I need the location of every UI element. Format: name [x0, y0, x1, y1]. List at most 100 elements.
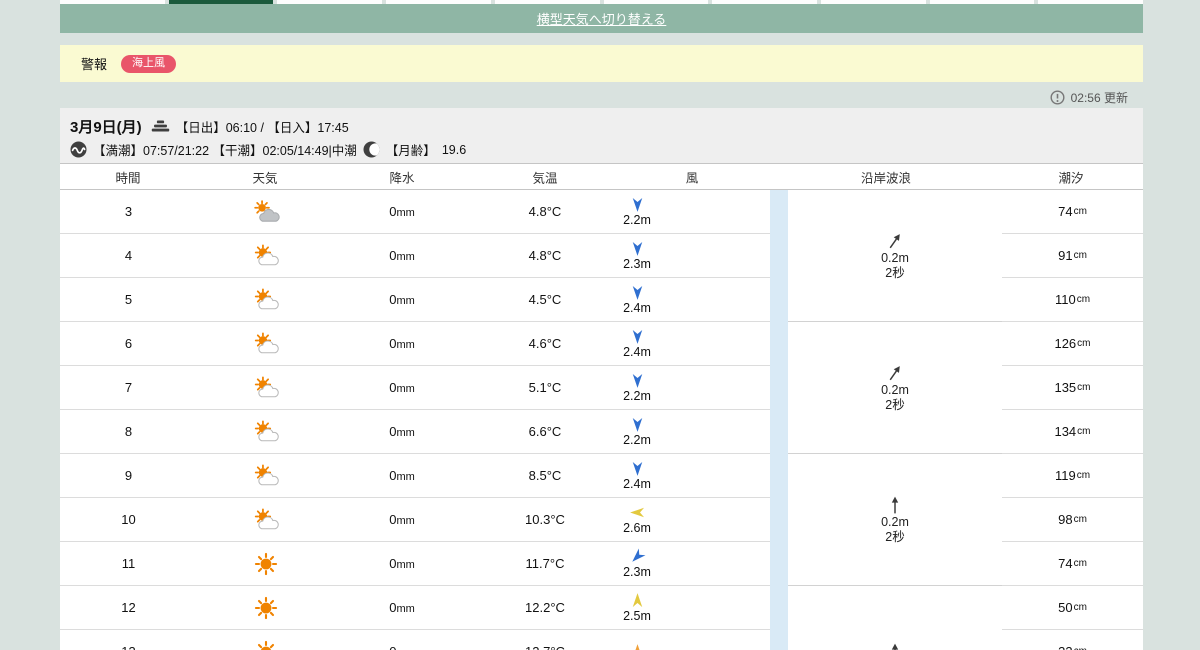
- table-row: 3 0mm 4.8°C 2.2m: [60, 190, 770, 234]
- temp-cell: 8.5°C: [528, 468, 562, 483]
- temp-cell: 12.2°C: [525, 600, 565, 615]
- weather-cell: [197, 506, 334, 534]
- tide-unit: cm: [1073, 250, 1087, 261]
- wind-speed: 2.4m: [623, 477, 651, 492]
- wind-wrap: 2.3m: [620, 547, 654, 579]
- weather-icon: [252, 198, 280, 226]
- moon-phase-icon: [363, 141, 380, 158]
- precip-unit: mm: [396, 295, 415, 307]
- wind-direction-arrow: [630, 642, 645, 650]
- date-header-line2: 【満潮】07:57/21:22 【干潮】02:05/14:49|中潮 【月齢】 …: [70, 140, 1143, 159]
- precip-cell: 0mm: [334, 380, 470, 395]
- wind-direction-arrow: [630, 371, 645, 390]
- wind-cell: 2.6m: [620, 503, 770, 535]
- wind-cell: 2.2m: [620, 195, 770, 227]
- tide-value: 50: [1058, 600, 1073, 615]
- wind-wrap: 2.4m: [620, 327, 654, 359]
- tide-unit: cm: [1076, 470, 1091, 481]
- tide-cell: 110 cm: [1002, 278, 1143, 322]
- wind-direction-arrow: [630, 459, 645, 478]
- tide-value: 74: [1058, 556, 1073, 571]
- hour-cell: 3: [124, 204, 133, 219]
- temp-cell: 10.3°C: [525, 512, 565, 527]
- tide-cell: 98 cm: [1002, 498, 1143, 542]
- table-row: 12 0mm 12.2°C 2.5m: [60, 586, 770, 630]
- table-row: 4 0mm 4.8°C 2.3m: [60, 234, 770, 278]
- temp-cell: 12.7°C: [470, 644, 620, 650]
- tide-value: 91: [1058, 248, 1073, 263]
- sunrise-icon: [151, 120, 169, 132]
- col-header-weather: 天気: [252, 171, 278, 185]
- weather-cell: [197, 418, 334, 446]
- date-header: 3月9日(月) 【日出】06:10 / 【日入】17:45 【満潮】07:57/…: [60, 108, 1143, 163]
- wind-cell: 2.4m: [620, 459, 770, 491]
- table-row: 9 0mm 8.5°C 2.4m: [60, 454, 770, 498]
- tide-cell: 74 cm: [1002, 190, 1143, 234]
- wind-wrap: 2.3m: [620, 239, 654, 271]
- wind-cell: 2.2m: [620, 415, 770, 447]
- wind-cell: 2.5m: [620, 591, 770, 623]
- tide-unit: cm: [1073, 206, 1087, 217]
- tide-column: 74 cm 91 cm 110 cm 126 cm 135 cm 134 cm 119 cm …: [1002, 190, 1143, 650]
- weather-icon: [252, 374, 280, 402]
- update-line: 02:56 更新: [60, 88, 1143, 106]
- precip-cell: 0mm: [334, 204, 470, 219]
- warning-bar: 警報 海上風: [60, 45, 1143, 82]
- wind-wrap: 2.6m: [620, 503, 654, 535]
- temp-cell: 4.5°C: [528, 292, 562, 307]
- wind-cell: 2.4m: [620, 327, 770, 359]
- wave-group-cell: 0.2m 2秒: [788, 454, 1002, 586]
- wave-period: 2秒: [885, 265, 905, 280]
- precip-cell: 0mm: [334, 644, 470, 650]
- precip-cell: 0mm: [334, 512, 470, 527]
- date-header-line1: 3月9日(月) 【日出】06:10 / 【日入】17:45: [70, 116, 1143, 137]
- wind-wrap: 2.2m: [620, 415, 654, 447]
- wind-direction-arrow: [630, 195, 645, 214]
- wind-speed: 2.4m: [623, 301, 651, 316]
- hour-cell: 10: [121, 512, 136, 527]
- switch-view-link[interactable]: 横型天気へ切り替える: [537, 9, 667, 28]
- tide-unit: cm: [1073, 514, 1087, 525]
- wave-height: 0.2m: [881, 515, 909, 530]
- table-row: 5 0mm 4.5°C 2.4m: [60, 278, 770, 322]
- temp-cell: 4.6°C: [528, 336, 562, 351]
- hour-cell: 12: [121, 600, 136, 615]
- tide-unit: cm: [1073, 602, 1087, 613]
- wave-group-cell: [788, 586, 1002, 650]
- temp-cell: 4.8°C: [528, 204, 562, 219]
- warning-badge[interactable]: 海上風: [121, 54, 177, 73]
- table-row: 7 0mm 5.1°C 2.2m: [60, 366, 770, 410]
- table-row: 6 0mm 4.6°C 2.4m: [60, 322, 770, 366]
- divider-band: [770, 190, 788, 650]
- tide-unit: cm: [1074, 646, 1087, 650]
- wind-speed: 2.2m: [623, 213, 651, 228]
- wind-cell: 2.4m: [620, 283, 770, 315]
- table-row: 11 0mm 11.7°C 2.3m: [60, 542, 770, 586]
- tide-cell: 50 cm: [1002, 586, 1143, 630]
- tide-cell: 91 cm: [1002, 234, 1143, 278]
- wind-speed: 2.4m: [623, 345, 651, 360]
- weather-cell: [197, 374, 334, 402]
- wind-direction-arrow: [630, 327, 645, 346]
- temp-cell: 5.1°C: [528, 380, 562, 395]
- tide-unit: cm: [1077, 382, 1091, 393]
- col-header-precip: 降水: [389, 171, 415, 185]
- tide-cell: 33cm: [1002, 630, 1143, 650]
- tide-value: 135: [1054, 380, 1077, 395]
- tide-wave-icon: [70, 141, 87, 158]
- wind-wrap: 2.5m: [620, 591, 654, 623]
- tide-times-text: 【満潮】07:57/21:22 【干潮】02:05/14:49|中潮: [93, 144, 357, 158]
- temp-cell: 11.7°C: [525, 556, 565, 571]
- precip-unit: mm: [396, 427, 415, 439]
- wave-column: 0.2m 2秒 0.2m 2秒 0.2m 2秒: [788, 190, 1002, 650]
- wave-direction-arrow: [887, 495, 903, 515]
- wind-direction-arrow: [630, 239, 645, 258]
- tide-value: 98: [1058, 512, 1073, 527]
- hour-cell: 11: [121, 556, 136, 571]
- sunrise-sunset-text: 【日出】06:10 / 【日入】17:45: [175, 121, 349, 135]
- col-header-temp: 気温: [532, 171, 558, 185]
- wind-wrap: [620, 642, 654, 650]
- left-rows: 3 0mm 4.8°C 2.2m 4 0mm 4.8°C 2.3m 5 0mm …: [60, 190, 770, 650]
- weather-icon: [252, 418, 280, 446]
- tide-unit: cm: [1076, 294, 1091, 305]
